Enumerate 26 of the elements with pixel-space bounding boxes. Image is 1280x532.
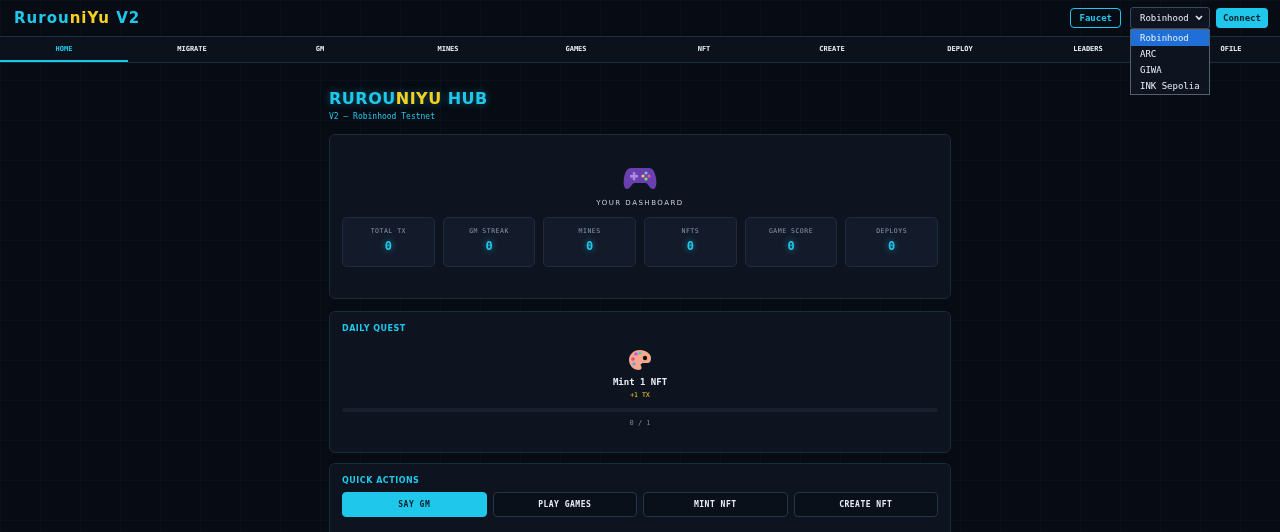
stat-value: 0 xyxy=(384,239,392,253)
stat-value: 0 xyxy=(787,239,795,253)
connect-button[interactable]: Connect xyxy=(1216,8,1268,28)
hub-subtitle: V2 — Robinhood Testnet xyxy=(329,112,435,121)
stat-value: 0 xyxy=(485,239,493,253)
action-button[interactable]: CREATE NFT xyxy=(793,492,938,517)
action-button[interactable]: MINT NFT xyxy=(643,492,788,517)
app-logo: RurouniYu V2 xyxy=(14,9,142,27)
network-option[interactable]: INK Sepolia xyxy=(1131,78,1209,94)
gamepad-icon xyxy=(623,165,657,191)
stat-value: 0 xyxy=(686,239,694,253)
network-option[interactable]: ARC xyxy=(1131,46,1209,62)
section-heading: DAILY QUEST xyxy=(342,324,406,333)
faucet-button[interactable]: Faucet xyxy=(1070,8,1121,28)
action-button[interactable]: SAY GM xyxy=(342,492,487,517)
stat-value: 0 xyxy=(888,239,896,253)
action-button[interactable]: PLAY GAMES xyxy=(492,492,637,517)
stat-value: 0 xyxy=(586,239,594,253)
quest-task: Mint 1 NFT xyxy=(612,377,668,387)
network-option[interactable]: GIWA xyxy=(1131,62,1209,78)
hub-title: RUROUNIYU HUB xyxy=(329,89,488,108)
palette-icon xyxy=(628,349,652,371)
network-select[interactable]: Robinhood xyxy=(1130,7,1210,29)
network-option[interactable]: Robinhood xyxy=(1131,30,1209,46)
chevron-icon xyxy=(1195,15,1203,21)
section-heading: QUICK ACTIONS xyxy=(342,476,420,485)
